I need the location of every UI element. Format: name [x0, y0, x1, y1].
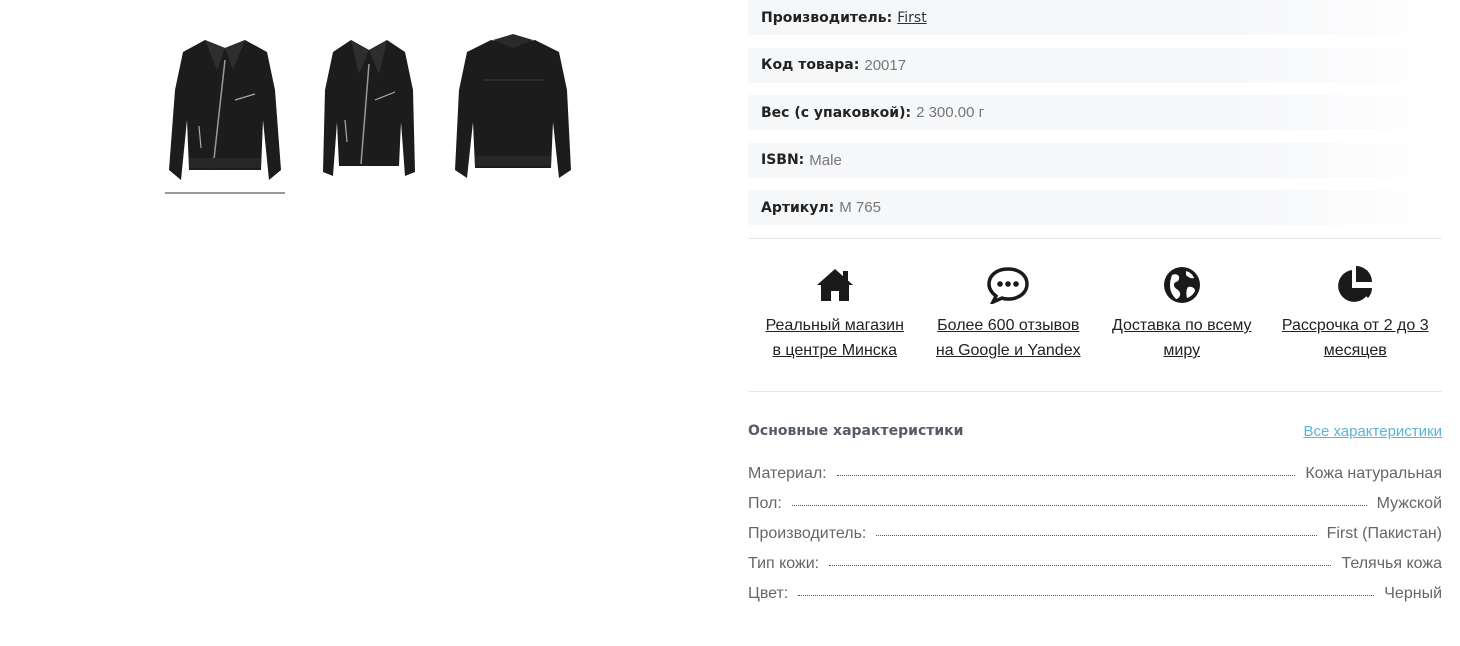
benefit-installment-link[interactable]: Рассрочка от 2 до 3 месяцев: [1280, 313, 1430, 363]
thumbnail-back[interactable]: [453, 30, 573, 194]
spec-dots: [829, 565, 1332, 566]
spec-list: Материал: Кожа натуральная Пол: Мужской …: [748, 453, 1442, 603]
spec-dots: [876, 535, 1317, 536]
property-label: ISBN:: [761, 152, 805, 168]
spec-value: Черный: [1384, 585, 1442, 602]
thumbnail-gallery: [165, 30, 573, 194]
property-label: Артикул:: [761, 199, 835, 216]
spec-name: Пол:: [748, 495, 782, 512]
property-weight: Вес (с упаковкой): 2 300.00 г: [748, 95, 1442, 130]
property-label: Производитель:: [761, 9, 893, 26]
spec-dots: [791, 505, 1367, 506]
product-properties: Производитель: First Код товара: 20017 В…: [748, 0, 1442, 225]
property-manufacturer: Производитель: First: [748, 0, 1442, 35]
spec-row: Тип кожи: Телячья кожа: [748, 543, 1442, 573]
spec-row: Производитель: First (Пакистан): [748, 513, 1442, 543]
property-value: Male: [809, 151, 842, 169]
jacket-open-image: [323, 40, 415, 176]
spec-value: First (Пакистан): [1326, 525, 1442, 542]
specs-title: Основные характеристики: [748, 423, 964, 439]
property-isbn: ISBN: Male: [748, 142, 1442, 178]
spec-dots: [798, 595, 1375, 596]
manufacturer-link[interactable]: First: [897, 10, 926, 26]
spec-name: Тип кожи:: [748, 555, 820, 572]
spec-value: Телячья кожа: [1341, 555, 1442, 572]
spec-row: Материал: Кожа натуральная: [748, 453, 1442, 483]
property-article: Артикул: М 765: [748, 190, 1442, 225]
spec-name: Производитель:: [748, 525, 867, 542]
chat-icon: [986, 265, 1030, 305]
property-value: М 765: [839, 199, 881, 216]
globe-icon: [1160, 265, 1204, 305]
benefit-reviews-link[interactable]: Более 600 отзывов на Google и Yandex: [933, 313, 1083, 363]
home-icon: [813, 265, 857, 305]
property-value: 20017: [864, 56, 907, 74]
spec-row: Пол: Мужской: [748, 483, 1442, 513]
spec-value: Мужской: [1376, 495, 1442, 512]
benefit-delivery-link[interactable]: Доставка по всему миру: [1107, 313, 1257, 363]
property-label: Код товара:: [761, 57, 860, 73]
thumbnail-front-open[interactable]: [309, 30, 429, 194]
all-specs-link[interactable]: Все характеристики: [1303, 423, 1442, 440]
spec-dots: [836, 475, 1296, 476]
pie-chart-icon: [1333, 265, 1377, 305]
benefit-store: Реальный магазин в центре Минска: [748, 265, 922, 363]
benefit-reviews: Более 600 отзывов на Google и Yandex: [922, 265, 1096, 363]
specs-header: Основные характеристики Все характеристи…: [748, 392, 1442, 442]
property-label: Вес (с упаковкой):: [761, 104, 912, 121]
benefit-store-link[interactable]: Реальный магазин в центре Минска: [760, 313, 910, 363]
jacket-back-image: [455, 34, 571, 178]
property-value: 2 300.00 г: [916, 104, 985, 121]
spec-name: Цвет:: [748, 585, 789, 602]
property-product-code: Код товара: 20017: [748, 47, 1442, 83]
benefit-delivery: Доставка по всему миру: [1095, 265, 1269, 363]
spec-value: Кожа натуральная: [1305, 465, 1442, 482]
thumbnail-front-zipped[interactable]: [165, 30, 285, 194]
benefits-row: Реальный магазин в центре Минска Более 6…: [748, 239, 1442, 391]
benefit-installment: Рассрочка от 2 до 3 месяцев: [1269, 265, 1443, 363]
spec-name: Материал:: [748, 465, 827, 482]
spec-row: Цвет: Черный: [748, 573, 1442, 603]
product-info-panel: Производитель: First Код товара: 20017 В…: [748, 0, 1442, 603]
jacket-front-image: [169, 40, 281, 180]
